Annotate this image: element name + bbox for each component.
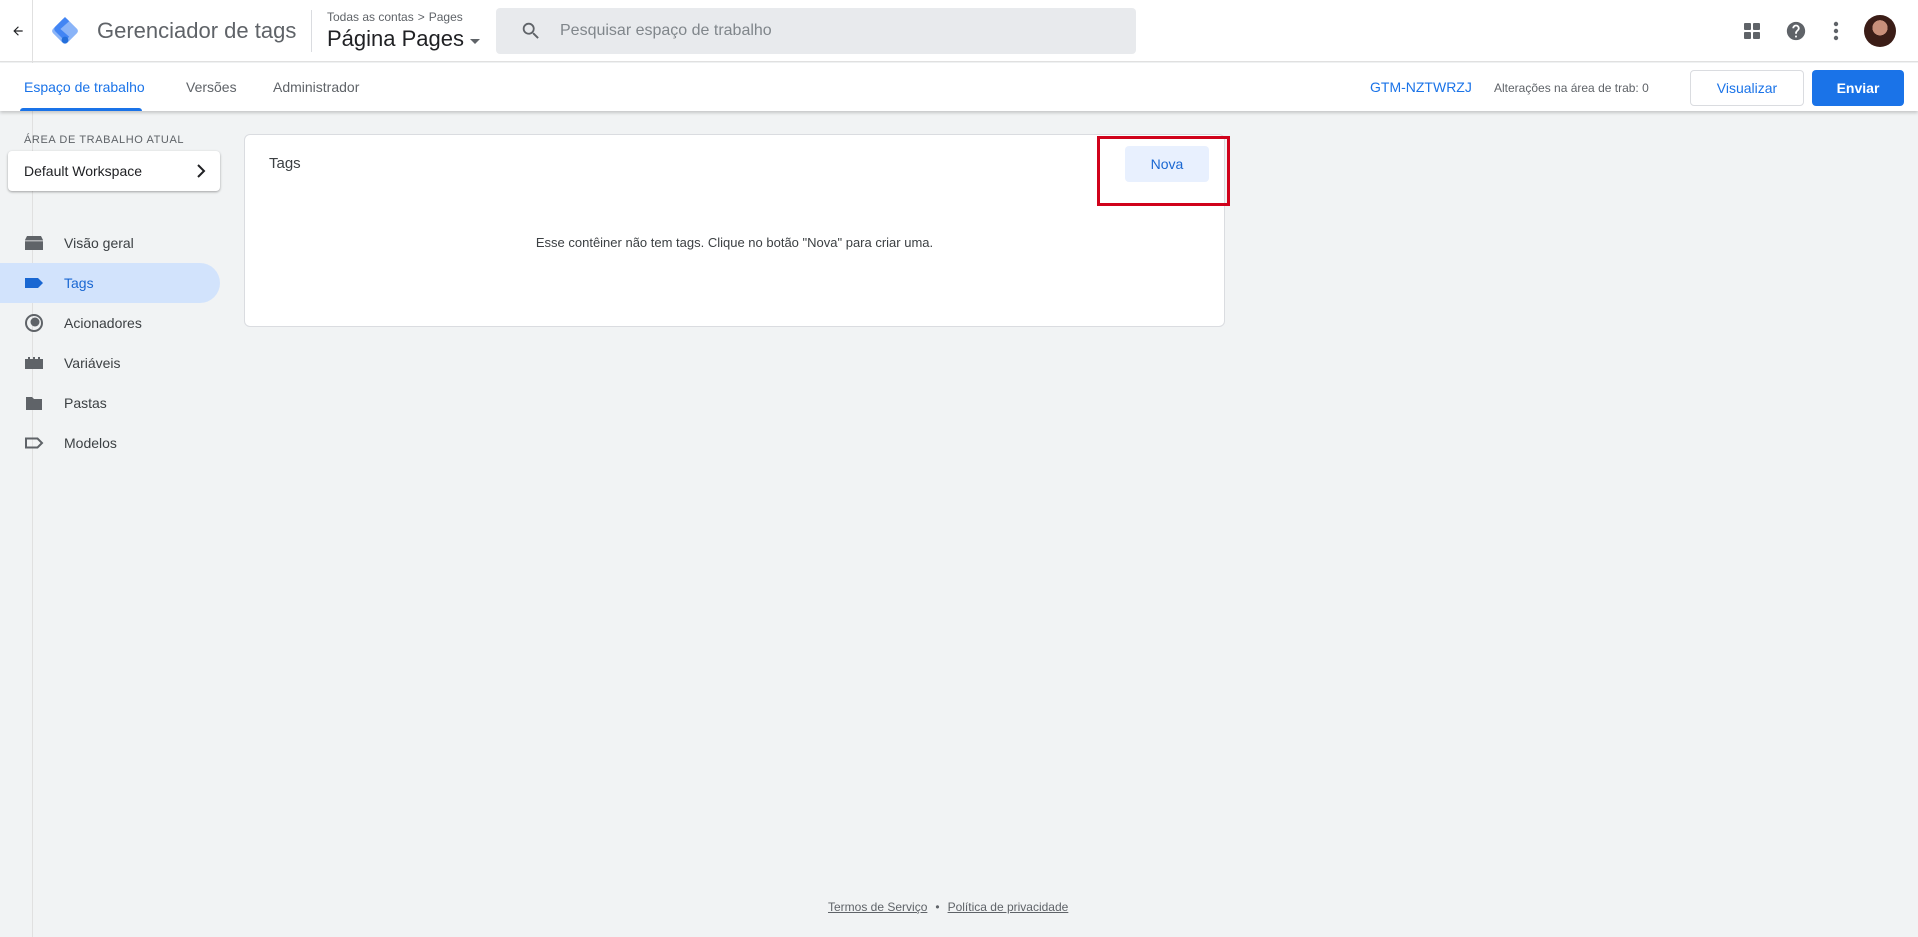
overview-icon (24, 234, 44, 252)
tab-versions[interactable]: Versões (186, 79, 237, 95)
sidebar-item-label: Pastas (64, 395, 107, 411)
active-tab-indicator (20, 108, 142, 111)
preview-button[interactable]: Visualizar (1690, 70, 1804, 106)
breadcrumb-account-link[interactable]: Todas as contas (327, 10, 414, 24)
back-arrow-icon[interactable] (6, 19, 30, 43)
workspace-caption: ÁREA DE TRABALHO ATUAL (24, 134, 185, 146)
tab-admin[interactable]: Administrador (273, 79, 359, 95)
chevron-right-icon (197, 164, 206, 178)
gtm-logo[interactable] (48, 14, 82, 48)
sidebar-item-tags[interactable]: Tags (0, 263, 220, 303)
variable-icon (24, 354, 44, 372)
tags-card: Tags Nova Esse contêiner não tem tags. C… (244, 134, 1225, 327)
terms-link[interactable]: Termos de Serviço (828, 900, 927, 914)
breadcrumb: Todas as contas > Pages (327, 10, 463, 24)
title-divider (311, 10, 312, 52)
tab-workspace[interactable]: Espaço de trabalho (24, 79, 145, 95)
new-tag-button[interactable]: Nova (1125, 146, 1209, 182)
sidebar-item-label: Visão geral (64, 235, 134, 251)
folder-icon (24, 394, 44, 412)
app-title: Gerenciador de tags (97, 18, 297, 43)
container-selector[interactable]: Página Pages (327, 26, 480, 52)
sidebar-item-label: Acionadores (64, 315, 142, 331)
help-icon[interactable] (1784, 19, 1808, 43)
footer-separator: • (935, 900, 940, 914)
search-icon (522, 22, 539, 39)
privacy-link[interactable]: Política de privacidade (948, 900, 1069, 914)
sidebar-item-templates[interactable]: Modelos (0, 423, 220, 463)
container-name: Página Pages (327, 26, 464, 51)
sidebar-item-variables[interactable]: Variáveis (0, 343, 220, 383)
sidebar-item-overview[interactable]: Visão geral (0, 223, 220, 263)
empty-state-message: Esse contêiner não tem tags. Clique no b… (535, 235, 934, 250)
more-vert-icon[interactable] (1824, 19, 1848, 43)
trigger-icon (24, 314, 44, 332)
card-title: Tags (269, 155, 301, 172)
container-id-link[interactable]: GTM-NZTWRZJ (1370, 79, 1472, 95)
apps-grid-icon[interactable] (1740, 19, 1764, 43)
workspace-changes-count: Alterações na área de trab: 0 (1494, 81, 1649, 95)
breadcrumb-separator: > (417, 10, 425, 24)
sidebar-item-triggers[interactable]: Acionadores (0, 303, 220, 343)
search-input[interactable] (560, 22, 1120, 40)
sidebar-item-folders[interactable]: Pastas (0, 383, 220, 423)
workspace-search[interactable] (496, 8, 1136, 54)
secondary-nav-bar: Espaço de trabalho Versões Administrador… (0, 63, 1918, 111)
sidebar-item-label: Modelos (64, 435, 117, 451)
submit-button[interactable]: Enviar (1812, 70, 1904, 106)
breadcrumb-container-link[interactable]: Pages (429, 10, 463, 24)
sidebar-item-label: Tags (64, 275, 94, 291)
tag-icon (24, 274, 44, 292)
workspace-name: Default Workspace (24, 163, 143, 179)
workspace-selector[interactable]: Default Workspace (8, 151, 220, 191)
sidebar-item-label: Variáveis (64, 355, 121, 371)
template-icon (24, 434, 44, 452)
dropdown-caret-icon (470, 38, 480, 44)
top-app-bar: Gerenciador de tags Todas as contas > Pa… (0, 0, 1918, 62)
avatar[interactable] (1864, 15, 1896, 47)
